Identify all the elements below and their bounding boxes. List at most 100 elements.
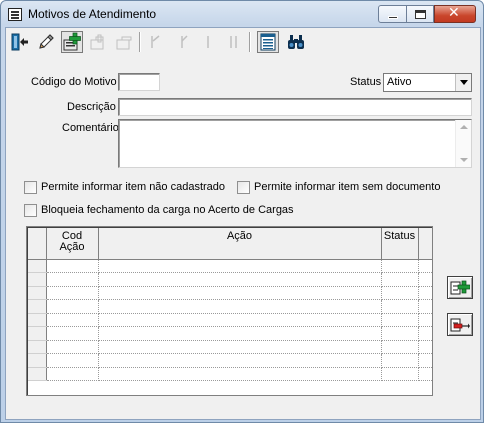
table-row[interactable] — [28, 286, 432, 300]
grid-row-indicator — [28, 272, 47, 287]
next-record-button[interactable] — [197, 31, 219, 53]
acao-cell[interactable] — [98, 299, 382, 314]
cod-acao-cell[interactable] — [46, 259, 99, 273]
grid-row-indicator — [28, 259, 47, 273]
status-select-value: Ativo — [387, 76, 412, 88]
status-cell[interactable] — [381, 299, 419, 314]
item-sem-documento-checkbox[interactable] — [237, 181, 250, 194]
grid-filler-cell — [418, 259, 432, 273]
binoculars-search-icon — [288, 35, 304, 49]
comentario-label: Comentário — [62, 122, 119, 134]
status-cell[interactable] — [381, 259, 419, 273]
status-cell[interactable] — [381, 313, 419, 327]
last-record-button[interactable] — [223, 31, 245, 53]
acao-cell[interactable] — [98, 340, 382, 354]
acao-column-header[interactable]: Ação — [98, 228, 382, 260]
search-button[interactable] — [285, 31, 307, 53]
codigo-input[interactable] — [118, 73, 160, 91]
toolbar — [6, 28, 480, 56]
grid-row-indicator — [28, 313, 47, 327]
window-title: Motivos de Atendimento — [28, 7, 157, 21]
grid-row-indicator — [28, 340, 47, 354]
toolbar-separator — [249, 32, 251, 52]
acoes-grid[interactable]: Cod Ação Ação Status — [26, 226, 433, 396]
app-icon[interactable] — [8, 8, 22, 21]
remove-row-icon — [450, 318, 470, 331]
cod-acao-cell[interactable] — [46, 340, 99, 354]
grid-row-indicator — [28, 299, 47, 314]
table-row[interactable] — [28, 299, 432, 314]
grid-filler-cell — [418, 313, 432, 327]
edit-button[interactable] — [35, 31, 57, 53]
comentario-scrollbar[interactable] — [455, 120, 471, 167]
exit-button[interactable] — [9, 31, 31, 53]
title-bar[interactable]: Motivos de Atendimento ✕ — [1, 1, 483, 27]
item-nao-cadastrado-checkbox[interactable] — [24, 181, 37, 194]
bloqueia-fechamento-checkbox[interactable] — [24, 204, 37, 217]
grid-row-indicator — [28, 326, 47, 341]
grid-filler-cell — [418, 367, 432, 381]
table-row[interactable] — [28, 326, 432, 341]
remove-row-button[interactable] — [447, 313, 473, 336]
status-cell[interactable] — [381, 326, 419, 341]
table-row[interactable] — [28, 353, 432, 368]
first-record-button[interactable] — [145, 31, 167, 53]
cancel-button[interactable] — [113, 31, 135, 53]
first-record-icon — [151, 35, 160, 48]
comentario-textarea[interactable] — [118, 119, 472, 168]
table-row[interactable] — [28, 367, 432, 381]
status-label: Status — [350, 76, 382, 88]
close-button[interactable]: ✕ — [434, 5, 476, 23]
scroll-up-icon[interactable] — [460, 125, 468, 129]
cod-acao-cell[interactable] — [46, 313, 99, 327]
status-cell[interactable] — [381, 286, 419, 300]
maximize-icon — [415, 10, 426, 19]
acao-cell[interactable] — [98, 259, 382, 273]
status-select[interactable]: Ativo — [383, 73, 472, 92]
new-record-button[interactable] — [61, 31, 83, 53]
add-row-button[interactable] — [447, 276, 473, 299]
codigo-label: Código do Motivo — [31, 76, 117, 88]
acao-cell[interactable] — [98, 353, 382, 368]
grid-body — [28, 259, 432, 381]
descricao-input[interactable] — [118, 98, 472, 116]
minimize-button[interactable] — [378, 5, 407, 23]
scroll-down-icon[interactable] — [460, 158, 468, 162]
cod-acao-cell[interactable] — [46, 286, 99, 300]
add-row-icon — [450, 280, 470, 294]
grid-header-row: Cod Ação Ação Status — [28, 228, 432, 260]
cod-acao-cell[interactable] — [46, 299, 99, 314]
acao-cell[interactable] — [98, 367, 382, 381]
cod-acao-cell[interactable] — [46, 353, 99, 368]
status-cell[interactable] — [381, 340, 419, 354]
save-button[interactable] — [87, 31, 109, 53]
cod-acao-cell[interactable] — [46, 272, 99, 287]
table-row[interactable] — [28, 272, 432, 287]
table-row[interactable] — [28, 313, 432, 327]
maximize-button[interactable] — [406, 5, 434, 23]
last-record-icon — [230, 36, 237, 48]
toolbar-separator — [139, 32, 141, 52]
table-row[interactable] — [28, 340, 432, 354]
cod-acao-cell[interactable] — [46, 326, 99, 341]
grid-row-indicator — [28, 286, 47, 300]
grid-filler-header — [418, 228, 432, 260]
exit-icon — [11, 33, 28, 51]
cod-acao-cell[interactable] — [46, 367, 99, 381]
acao-cell[interactable] — [98, 326, 382, 341]
table-row[interactable] — [28, 259, 432, 273]
list-view-button[interactable] — [257, 31, 279, 53]
cod-acao-column-header[interactable]: Cod Ação — [46, 228, 99, 260]
acao-cell[interactable] — [98, 313, 382, 327]
chevron-down-icon[interactable] — [455, 74, 471, 91]
status-cell[interactable] — [381, 353, 419, 368]
acao-cell[interactable] — [98, 272, 382, 287]
previous-record-button[interactable] — [171, 31, 193, 53]
acoes-table: Cod Ação Ação Status — [28, 228, 432, 381]
status-cell[interactable] — [381, 272, 419, 287]
window: Motivos de Atendimento ✕ Código do Motiv… — [0, 0, 484, 423]
acao-cell[interactable] — [98, 286, 382, 300]
status-column-header[interactable]: Status — [381, 228, 419, 260]
status-cell[interactable] — [381, 367, 419, 381]
item-sem-documento-label: Permite informar item sem documento — [254, 181, 441, 193]
